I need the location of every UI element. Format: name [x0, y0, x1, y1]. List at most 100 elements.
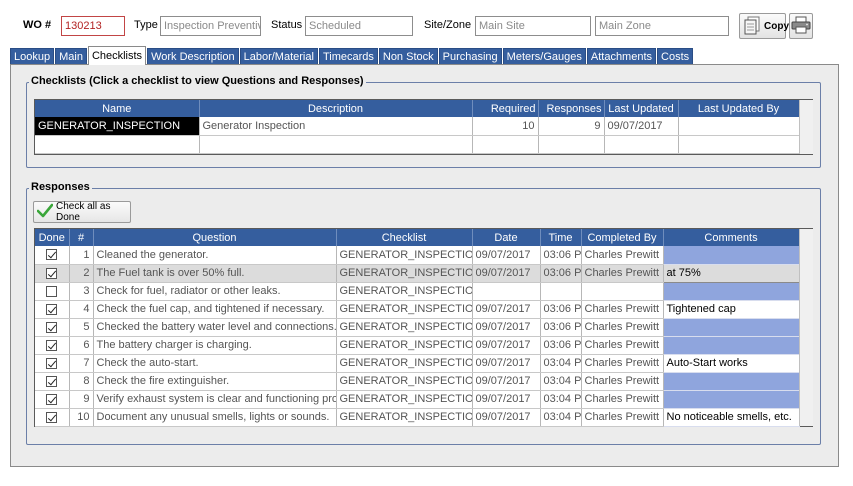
question-cell[interactable]: Check the fire extinguisher. [93, 372, 337, 391]
tab-costs[interactable]: Costs [657, 48, 694, 65]
completed-by-cell[interactable]: Charles Prewitt [581, 264, 664, 283]
date-cell[interactable]: 09/07/2017 [472, 408, 541, 427]
col-header-time[interactable]: Time [540, 229, 582, 246]
time-cell[interactable]: 03:06 P [540, 336, 582, 355]
checklist-cell[interactable]: GENERATOR_INSPECTION [336, 390, 473, 409]
col-header-last-updated-by[interactable]: Last Updated By [678, 100, 800, 117]
comments-cell[interactable] [663, 336, 800, 355]
tab-lookup[interactable]: Lookup [10, 48, 55, 65]
response-row[interactable]: 7 Check the auto-start. GENERATOR_INSPECTI… [35, 354, 800, 373]
responses-scrollbar[interactable] [799, 229, 813, 426]
completed-by-cell[interactable]: Charles Prewitt [581, 408, 664, 427]
date-cell[interactable] [472, 282, 541, 301]
done-cell[interactable] [35, 246, 70, 265]
tab-checklists[interactable]: Checklists [87, 46, 147, 65]
done-cell[interactable] [35, 264, 70, 283]
completed-by-cell[interactable]: Charles Prewitt [581, 390, 664, 409]
time-cell[interactable]: 03:06 P [540, 264, 582, 283]
comments-cell[interactable]: No noticeable smells, etc. [663, 408, 800, 427]
response-row[interactable]: 2 The Fuel tank is over 50% full. GENERATO… [35, 263, 800, 283]
number-cell[interactable]: 2 [69, 264, 94, 283]
time-cell[interactable]: 03:04 P [540, 354, 582, 373]
checklist-cell[interactable]: GENERATOR_INSPECTION [336, 372, 473, 391]
checklist-required-cell[interactable]: 10 [472, 117, 539, 136]
checklist-row[interactable]: GENERATOR_INSPECTION Generator Inspectio… [35, 117, 800, 136]
number-cell[interactable]: 10 [69, 408, 94, 427]
response-row[interactable]: 6 The battery charger is charging. GENERAT… [35, 336, 800, 355]
done-cell[interactable] [35, 318, 70, 337]
date-cell[interactable]: 09/07/2017 [472, 372, 541, 391]
time-cell[interactable]: 03:04 P [540, 390, 582, 409]
completed-by-cell[interactable]: Charles Prewitt [581, 372, 664, 391]
completed-by-cell[interactable]: Charles Prewitt [581, 336, 664, 355]
response-row[interactable]: 1 Cleaned the generator. GENERATOR_INSPECT… [35, 246, 800, 265]
question-cell[interactable]: Cleaned the generator. [93, 246, 337, 265]
tab-non-stock[interactable]: Non Stock [378, 48, 438, 65]
date-cell[interactable]: 09/07/2017 [472, 264, 541, 283]
done-cell[interactable] [35, 282, 70, 301]
done-checkbox[interactable] [46, 303, 58, 315]
completed-by-cell[interactable]: Charles Prewitt [581, 246, 664, 265]
checklists-scrollbar[interactable] [799, 100, 813, 154]
response-row[interactable]: 9 Verify exhaust system is clear and func… [35, 390, 800, 409]
time-cell[interactable]: 03:06 P [540, 300, 582, 319]
done-checkbox[interactable] [46, 267, 58, 279]
tab-meters-gauges[interactable]: Meters/Gauges [502, 48, 586, 65]
completed-by-cell[interactable]: Charles Prewitt [581, 354, 664, 373]
comments-cell[interactable] [663, 246, 800, 265]
number-cell[interactable]: 4 [69, 300, 94, 319]
col-header-question[interactable]: Question [93, 229, 337, 246]
date-cell[interactable]: 09/07/2017 [472, 336, 541, 355]
date-cell[interactable]: 09/07/2017 [472, 390, 541, 409]
number-cell[interactable]: 1 [69, 246, 94, 265]
done-checkbox[interactable] [46, 357, 58, 369]
done-cell[interactable] [35, 300, 70, 319]
completed-by-cell[interactable] [581, 282, 664, 301]
comments-cell[interactable]: Tightened cap [663, 300, 800, 319]
col-header-last-updated[interactable]: Last Updated [604, 100, 679, 117]
question-cell[interactable]: The battery charger is charging. [93, 336, 337, 355]
checklist-description-cell[interactable]: Generator Inspection [199, 117, 473, 136]
response-row[interactable]: 10 Document any unusual smells, lights or… [35, 408, 800, 427]
completed-by-cell[interactable]: Charles Prewitt [581, 300, 664, 319]
tab-work-description[interactable]: Work Description [147, 48, 239, 65]
status-field[interactable]: Scheduled [305, 16, 413, 36]
question-cell[interactable]: Check the auto-start. [93, 354, 337, 373]
checklist-cell[interactable]: GENERATOR_INSPECTION [336, 264, 473, 283]
done-cell[interactable] [35, 390, 70, 409]
done-cell[interactable] [35, 408, 70, 427]
done-checkbox[interactable] [46, 393, 58, 405]
done-checkbox[interactable] [46, 339, 58, 351]
checklist-cell[interactable]: GENERATOR_INSPECTION [336, 282, 473, 301]
tab-attachments[interactable]: Attachments [586, 48, 657, 65]
question-cell[interactable]: Verify exhaust system is clear and funct… [93, 390, 337, 409]
col-header-responses[interactable]: Responses [538, 100, 605, 117]
checklist-cell[interactable]: GENERATOR_INSPECTION [336, 336, 473, 355]
done-cell[interactable] [35, 336, 70, 355]
done-checkbox[interactable] [46, 375, 58, 387]
checklist-cell[interactable]: GENERATOR_INSPECTION [336, 300, 473, 319]
comments-cell[interactable] [663, 318, 800, 337]
comments-cell[interactable] [663, 372, 800, 391]
done-cell[interactable] [35, 372, 70, 391]
col-header-description[interactable]: Description [199, 100, 473, 117]
number-cell[interactable]: 7 [69, 354, 94, 373]
checklist-cell[interactable]: GENERATOR_INSPECTION [336, 408, 473, 427]
date-cell[interactable]: 09/07/2017 [472, 318, 541, 337]
response-row[interactable]: 8 Check the fire extinguisher. GENERATOR_I… [35, 372, 800, 391]
tab-main[interactable]: Main [55, 48, 87, 65]
date-cell[interactable]: 09/07/2017 [472, 246, 541, 265]
col-header-completed-by[interactable]: Completed By [581, 229, 664, 246]
time-cell[interactable]: 03:04 P [540, 372, 582, 391]
col-header-comments[interactable]: Comments [663, 229, 800, 246]
date-cell[interactable]: 09/07/2017 [472, 300, 541, 319]
tab-labor-material[interactable]: Labor/Material [239, 48, 318, 65]
question-cell[interactable]: The Fuel tank is over 50% full. [93, 264, 337, 283]
col-header-done[interactable]: Done [35, 229, 70, 246]
col-header-required[interactable]: Required [472, 100, 539, 117]
checklist-cell[interactable]: GENERATOR_INSPECTION [336, 318, 473, 337]
question-cell[interactable]: Check for fuel, radiator or other leaks. [93, 282, 337, 301]
done-checkbox[interactable] [46, 285, 58, 297]
checklist-last-updated-cell[interactable]: 09/07/2017 [604, 117, 679, 136]
type-field[interactable]: Inspection Preventive [160, 16, 261, 36]
